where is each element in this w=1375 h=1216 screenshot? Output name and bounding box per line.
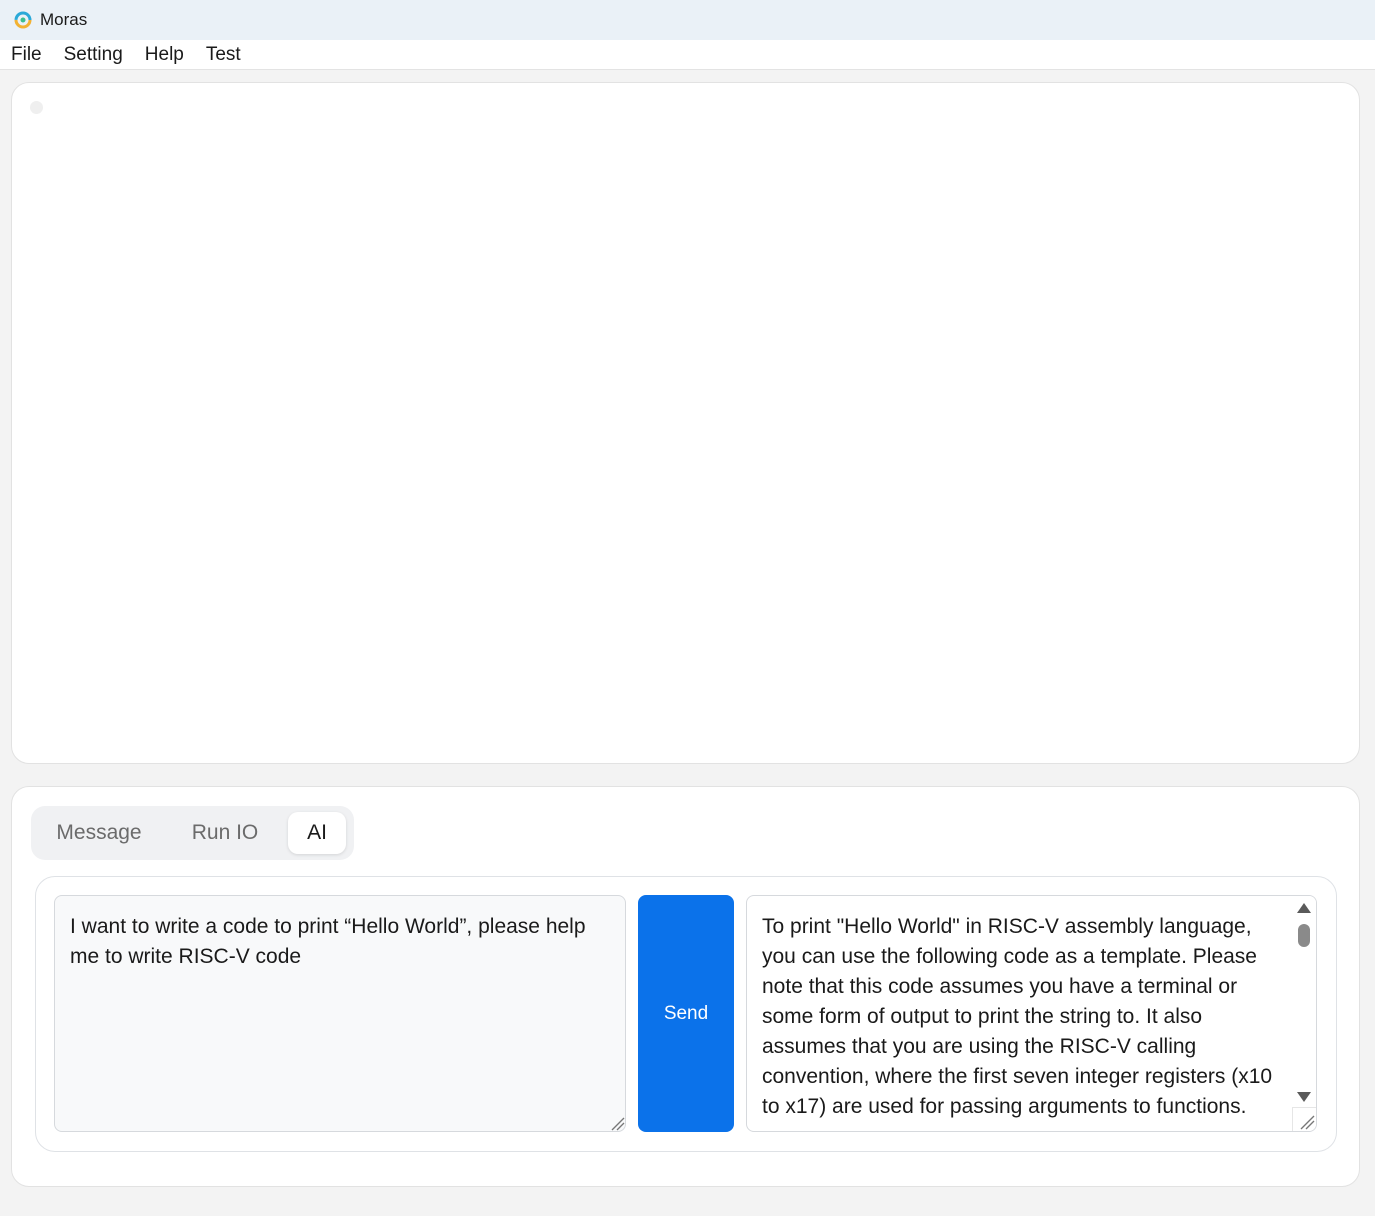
ai-chat-card: I want to write a code to print “Hello W… [35,876,1337,1152]
tab-message[interactable]: Message [36,812,162,854]
menu-test[interactable]: Test [206,44,241,66]
title-bar: Moras [0,0,1375,40]
response-scrollbar[interactable] [1292,896,1316,1108]
response-resize-corner [1292,1107,1316,1131]
ai-prompt-input[interactable]: I want to write a code to print “Hello W… [54,895,626,1132]
bottom-panel: Message Run IO AI I want to write a code… [11,786,1360,1187]
menu-bar: File Setting Help Test [0,40,1375,70]
send-button[interactable]: Send [638,895,734,1132]
menu-setting[interactable]: Setting [64,44,123,66]
ai-response-output[interactable]: To print "Hello World" in RISC-V assembl… [746,895,1317,1132]
tab-run-io[interactable]: Run IO [162,812,288,854]
scroll-thumb[interactable] [1298,924,1310,947]
editor-gutter-dot [30,101,43,114]
moras-logo-icon [14,11,32,29]
bottom-tabs: Message Run IO AI [31,806,354,860]
tab-ai[interactable]: AI [288,812,346,854]
menu-file[interactable]: File [11,44,42,66]
code-editor[interactable] [11,82,1360,764]
menu-help[interactable]: Help [145,44,184,66]
response-resize-grip-icon[interactable] [1293,1108,1317,1132]
prompt-resize-grip-icon[interactable] [606,1112,626,1132]
ai-response-text: To print "Hello World" in RISC-V assembl… [762,915,1273,1118]
scroll-down-arrow-icon[interactable] [1297,1092,1311,1102]
window-title: Moras [40,10,88,29]
scroll-up-arrow-icon[interactable] [1297,903,1311,913]
